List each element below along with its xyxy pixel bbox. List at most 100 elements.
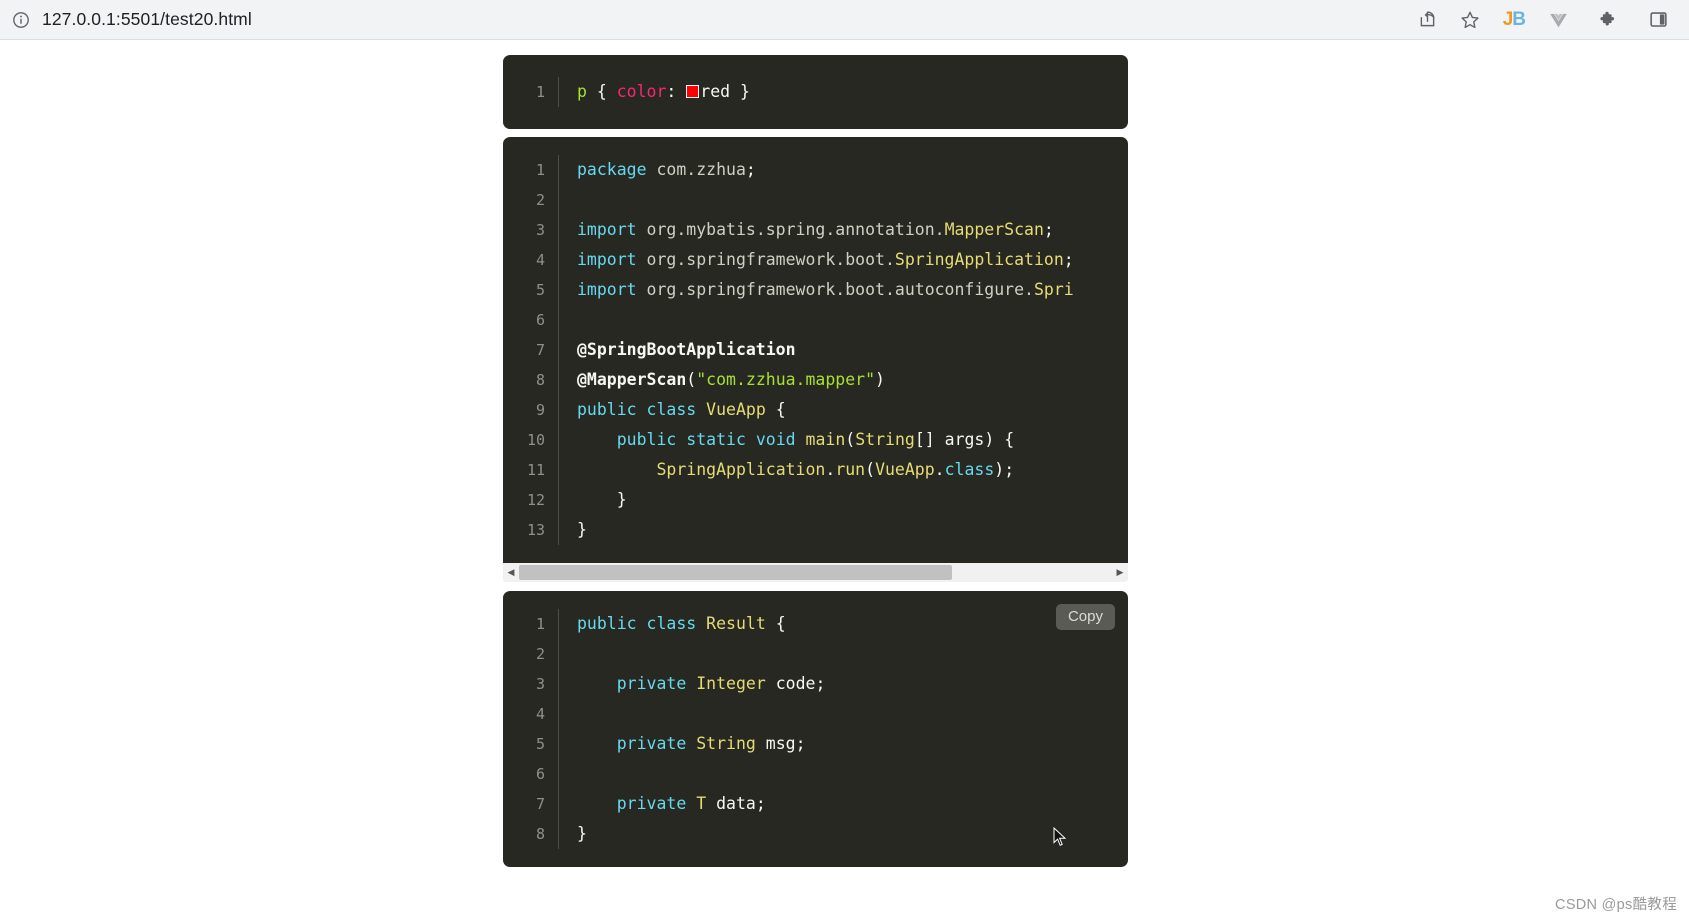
line-content: import org.springframework.boot.autoconf… [559,275,1074,305]
code-token: ( [865,460,876,479]
share-icon[interactable] [1411,3,1445,37]
scroll-left-arrow-icon[interactable]: ◀ [503,563,519,582]
info-circle-icon[interactable] [12,11,30,29]
color-swatch-red [686,85,700,98]
code-line: 8} [503,819,1128,849]
line-content: } [559,515,587,545]
scrollbar-thumb[interactable] [519,565,952,580]
code-token: run [835,460,866,479]
line-number: 1 [503,609,559,639]
code-token: String [855,430,915,449]
url-text: 127.0.0.1:5501/test20.html [42,9,252,29]
code-token: org.springframework.boot. [636,250,895,269]
code-lines: 1p { color: red } [503,55,1128,129]
code-token: void [755,430,796,449]
code-token: import [577,220,637,239]
line-number: 2 [503,185,559,215]
code-token: Integer [696,674,766,693]
code-token: VueApp [706,400,766,419]
code-token: class [944,460,995,479]
code-token: String [696,734,756,753]
code-line: 7 @SpringBootApplication [503,335,1128,365]
code-token: T [696,794,707,813]
line-number: 11 [503,455,559,485]
code-line: 9 public class VueApp { [503,395,1128,425]
line-number: 2 [503,639,559,669]
line-number: 7 [503,335,559,365]
code-token: ) [875,370,885,389]
code-block-java-vueapp-block: 1 package com.zzhua; 2 3 import org.mybatis.… [503,137,1128,563]
line-content: private Integer code; [559,669,826,699]
line-content: import org.mybatis.spring.annotation.Map… [559,215,1054,245]
star-icon[interactable] [1453,3,1487,37]
line-number: 1 [503,77,559,107]
code-token: com.zzhua [646,160,746,179]
line-content: private T data; [559,789,766,819]
line-content: SpringApplication.run(VueApp.class); [559,455,1014,485]
line-content: import org.springframework.boot.SpringAp… [559,245,1074,275]
code-token: private [616,674,687,693]
copy-button[interactable]: Copy [1055,604,1115,631]
code-line: 11 SpringApplication.run(VueApp.class); [503,455,1128,485]
code-line: 6 [503,759,1128,789]
code-line: 4 [503,699,1128,729]
scrollbar-track[interactable] [519,563,1112,582]
scroll-right-arrow-icon[interactable]: ▶ [1112,563,1128,582]
jetbrains-toolbox-icon[interactable]: JB [1503,9,1526,30]
vue-devtools-icon[interactable] [1541,3,1575,37]
code-line: 1 public class Result { [503,609,1128,639]
code-line: 12 } [503,485,1128,515]
line-content: } [559,819,587,849]
code-token: @SpringBootApplication [577,340,796,359]
code-line: 6 [503,305,1128,335]
line-number: 9 [503,395,559,425]
code-lines: 1 public class Result {2 3 private Integer… [503,591,1128,867]
code-token: ; [745,160,756,179]
jetbrains-b-letter: B [1512,9,1526,30]
code-token: { [765,614,786,633]
code-block-java-result-block: Copy 1 public class Result {2 3 private Int… [503,591,1128,867]
code-token: VueApp [875,460,935,479]
code-token: code; [765,674,826,693]
code-token: . [825,460,836,479]
code-token: package [577,160,647,179]
line-number: 5 [503,275,559,305]
code-token: } [730,82,750,101]
code-line: 13} [503,515,1128,545]
code-token: } [577,520,587,539]
line-content: @SpringBootApplication [559,335,796,365]
extensions-puzzle-icon[interactable] [1591,3,1625,37]
line-number: 10 [503,425,559,455]
code-line: 2 [503,639,1128,669]
code-token: org.springframework.boot.autoconfigure. [636,280,1034,299]
line-number: 4 [503,245,559,275]
line-number: 13 [503,515,559,545]
code-token: public [577,614,637,633]
code-token: private [616,794,687,813]
code-line: 5 import org.springframework.boot.autocon… [503,275,1128,305]
code-token: "com.zzhua.mapper" [696,370,876,389]
horizontal-scrollbar[interactable]: ◀ ▶ [503,563,1128,582]
code-token: p [577,82,587,101]
side-panel-icon[interactable] [1641,3,1675,37]
watermark-text: CSDN @ps酷教程 [1555,897,1677,913]
line-number: 3 [503,669,559,699]
address-bar[interactable]: 127.0.0.1:5501/test20.html [0,0,1411,40]
code-token: . [934,460,945,479]
code-token: msg; [755,734,806,753]
line-content: } [559,485,627,515]
page-content: 1p { color: red } 1 package com.zzhua; 2 3 im… [0,41,1689,922]
omnibox-actions [1411,0,1493,40]
code-token: } [577,824,587,843]
code-token: @MapperScan [577,370,687,389]
line-number: 1 [503,155,559,185]
